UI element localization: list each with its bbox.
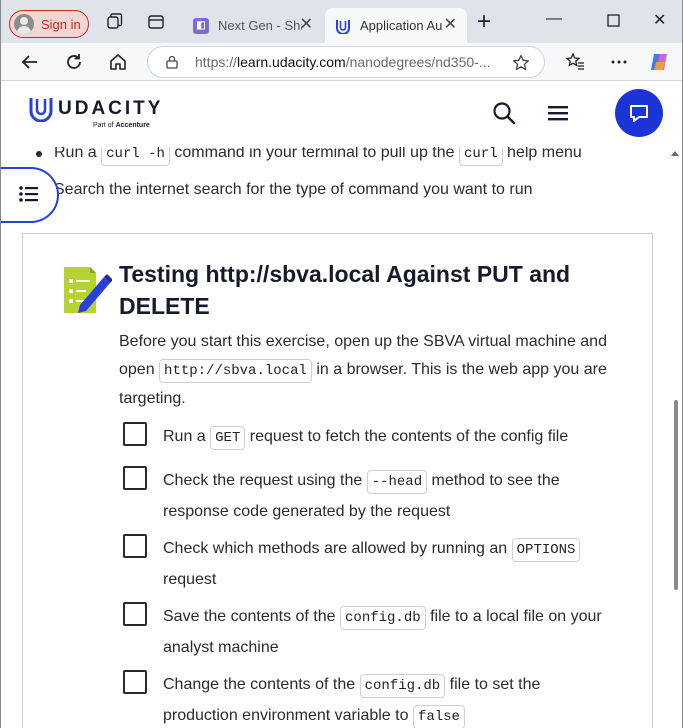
lesson-content: Run a curl -h command in your terminal t… (1, 147, 682, 728)
refresh-icon[interactable] (63, 51, 85, 73)
tab-next-gen[interactable]: ◧ Next Gen - Sha ✕ (183, 8, 323, 43)
inline-code: false (412, 705, 465, 728)
inline-code: --head (366, 470, 428, 494)
browser-window: Sign in ◧ Next Gen - Sha ✕ Application A… (0, 0, 683, 728)
sign-in-button[interactable]: Sign in (9, 10, 89, 38)
checklist-pencil-icon (64, 267, 112, 313)
task-text: Change the contents of the config.db fil… (163, 670, 603, 728)
task-text: Run a GET request to fetch the contents … (163, 422, 603, 453)
url-text: https://learn.udacity.com/nanodegrees/nd… (195, 54, 491, 70)
udacity-logo-icon (29, 98, 53, 123)
tab-strip: Sign in ◧ Next Gen - Sha ✕ Application A… (1, 0, 682, 43)
favorites-icon[interactable] (564, 51, 586, 73)
profile-avatar-icon (14, 14, 34, 34)
inline-code: config.db (359, 674, 446, 698)
list-icon (19, 186, 38, 202)
task-text: Save the contents of the config.db file … (163, 606, 602, 656)
exercise-card: Testing http://sbva.local Against PUT an… (22, 233, 653, 728)
task-checkbox[interactable] (123, 466, 147, 490)
new-tab-icon[interactable]: + (477, 10, 491, 34)
task-checkbox[interactable] (123, 670, 147, 694)
workspaces-icon[interactable] (105, 12, 125, 32)
chat-button[interactable] (615, 89, 663, 137)
tab-application[interactable]: Application Au ✕ (325, 8, 467, 43)
close-tab-icon[interactable]: ✕ (300, 17, 313, 33)
hamburger-menu-icon[interactable] (548, 104, 568, 122)
address-bar[interactable]: https://learn.udacity.com/nanodegrees/nd… (147, 46, 545, 78)
table-of-contents-button[interactable] (1, 167, 59, 223)
task-text: Check the request using the --head metho… (163, 470, 560, 520)
lock-icon[interactable] (165, 55, 179, 69)
exercise-description: Before you start this exercise, open up … (119, 333, 607, 407)
list-item: Search the internet search for the type … (35, 181, 533, 198)
more-options-icon[interactable] (608, 51, 630, 73)
udacity-favicon-icon (336, 19, 350, 34)
tab-actions-icon[interactable] (146, 12, 166, 32)
task-checkbox[interactable] (123, 422, 147, 446)
search-icon[interactable] (492, 101, 516, 125)
sign-in-label: Sign in (41, 16, 81, 32)
favorite-star-icon[interactable] (512, 54, 530, 72)
scrollbar-thumb[interactable] (674, 400, 678, 590)
inline-code: OPTIONS (511, 538, 581, 562)
task-checkbox[interactable] (123, 602, 147, 626)
close-tab-icon[interactable]: ✕ (444, 17, 457, 33)
tab-title: Application Au (360, 18, 443, 33)
close-window-icon[interactable]: ✕ (653, 10, 666, 30)
address-toolbar: https://learn.udacity.com/nanodegrees/nd… (1, 43, 682, 81)
list-item: Run a curl -h command in your terminal t… (36, 147, 582, 166)
exercise-title: Testing http://sbva.local Against PUT an… (119, 261, 571, 319)
inline-code: GET (210, 426, 246, 450)
task-text: Check which methods are allowed by runni… (163, 534, 603, 594)
maximize-icon[interactable] (607, 14, 620, 27)
logo-wordmark: UDACITY (58, 98, 164, 119)
inline-code: curl -h (101, 147, 170, 166)
scroll-up-arrow-icon[interactable] (671, 151, 679, 156)
back-arrow-icon[interactable] (19, 51, 41, 73)
inline-code: config.db (340, 606, 426, 630)
minimize-icon[interactable]: — (546, 10, 562, 28)
home-icon[interactable] (107, 51, 129, 73)
logo-subtitle: Part of Accenture (93, 122, 150, 129)
copilot-icon[interactable] (648, 51, 670, 73)
inline-code: http://sbva.local (159, 359, 312, 383)
tab-title: Next Gen - Sha (218, 18, 302, 33)
task-checkbox[interactable] (123, 534, 147, 558)
inline-code: curl (458, 147, 503, 166)
chat-icon (630, 105, 648, 122)
site-header: UDACITY Part of Accenture (1, 82, 682, 147)
udacity-logo[interactable]: UDACITY Part of Accenture (28, 96, 160, 129)
tab-favicon-icon: ◧ (193, 17, 209, 34)
